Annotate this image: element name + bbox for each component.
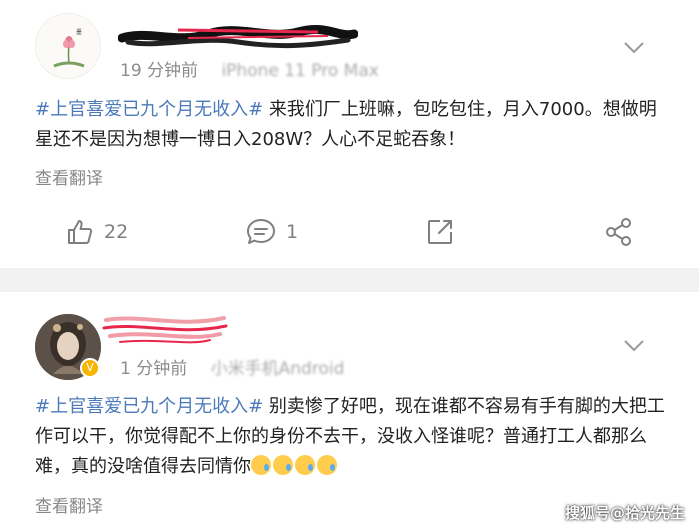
post-separator [0, 268, 699, 292]
svg-text:墨: 墨 [76, 29, 82, 36]
like-button[interactable]: 22 [66, 208, 128, 256]
username-redacted[interactable] [100, 310, 230, 354]
post-device: 小米手机Android [210, 359, 345, 379]
post-card-1: 墨 19 分钟前 iPhone 11 Pro Max #上官喜爱已九个月无收入#… [0, 0, 699, 268]
post-content: #上官喜爱已九个月无收入# 来我们厂上班嘛，包吃包住，月入7000。想做明星还不… [35, 95, 671, 155]
post-content: #上官喜爱已九个月无收入# 别卖惨了好吧，现在谁都不容易有手有脚的大把工作可以干… [35, 392, 671, 482]
post-time: 1 分钟前 [120, 359, 188, 379]
edit-share-icon [426, 218, 454, 246]
username-redacted[interactable] [117, 20, 359, 54]
topic-link[interactable]: #上官喜爱已九个月无收入# [35, 396, 263, 417]
crying-emoji-icon [251, 455, 339, 477]
chevron-down-icon[interactable] [623, 40, 645, 54]
comment-icon [246, 218, 276, 246]
repost-button[interactable] [426, 208, 454, 256]
topic-link[interactable]: #上官喜爱已九个月无收入# [35, 99, 263, 120]
post-card-2: V 1 分钟前 小米手机Android #上官喜爱已九个月无收入# 别卖惨了好吧… [0, 292, 699, 531]
share-icon [604, 217, 634, 247]
thumbs-up-icon [66, 218, 94, 246]
share-button[interactable] [604, 208, 634, 256]
post-meta: 19 分钟前 iPhone 11 Pro Max [120, 56, 379, 81]
comment-button[interactable]: 1 [246, 208, 298, 256]
comment-count: 1 [286, 221, 299, 243]
post-time: 19 分钟前 [120, 61, 199, 81]
post-device: iPhone 11 Pro Max [221, 61, 379, 81]
action-bar: 22 1 [0, 208, 699, 256]
translate-link[interactable]: 查看翻译 [35, 492, 103, 517]
translate-link[interactable]: 查看翻译 [35, 164, 103, 189]
like-count: 22 [104, 221, 129, 243]
watermark: 搜狐号@拾光先生 [564, 504, 685, 522]
chevron-down-icon[interactable] [623, 338, 645, 352]
avatar[interactable]: 墨 [35, 13, 101, 79]
post-meta: 1 分钟前 小米手机Android [120, 354, 344, 379]
verified-badge-icon: V [80, 358, 100, 378]
